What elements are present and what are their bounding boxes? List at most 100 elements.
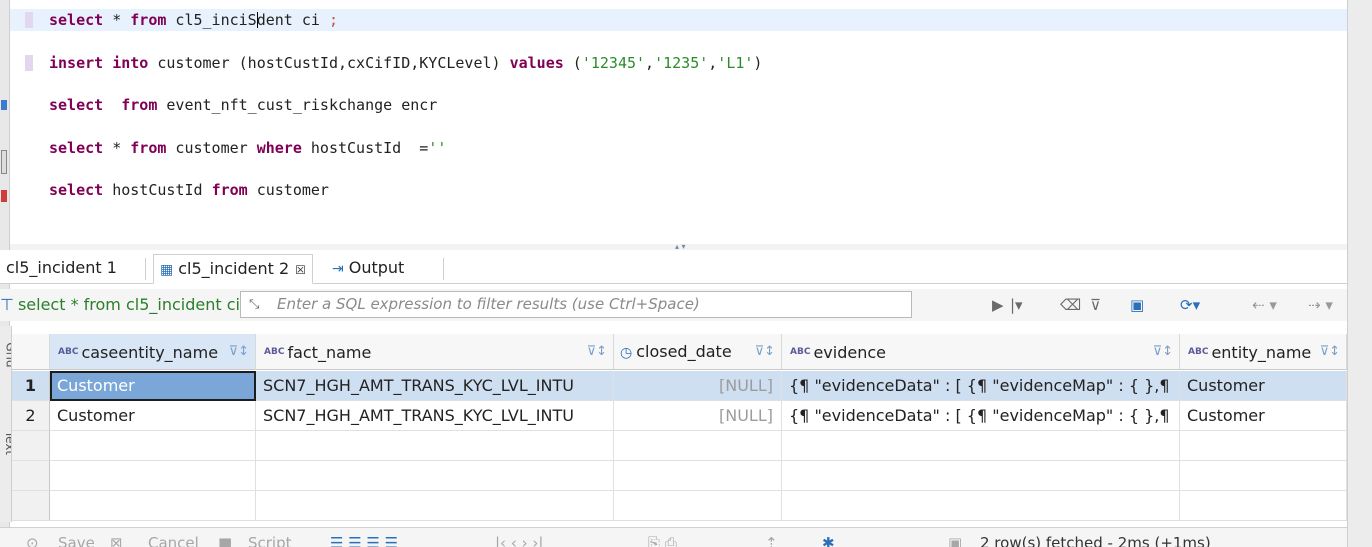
save-icon[interactable]: ⊙ xyxy=(26,534,39,547)
sort-filter-icon[interactable]: ⊽↕ xyxy=(229,334,249,369)
script-button[interactable]: Script xyxy=(248,534,292,547)
cancel-button[interactable]: Cancel xyxy=(148,534,199,547)
tab-label: cl5_incident 2 xyxy=(178,259,290,278)
column-label: closed_date xyxy=(636,342,732,361)
code-text: select from event_nft_cust_riskchange en… xyxy=(49,94,437,116)
filter-bar: ⊤ select * from cl5_incident ci ⤡ Enter a … xyxy=(0,289,1347,321)
gear-icon[interactable]: ✱ xyxy=(822,534,835,547)
table-cell[interactable]: {¶ "evidenceData" : [ {¶ "evidenceMap" :… xyxy=(782,401,1180,431)
first-page-icon[interactable]: |‹ ‹ › ›| xyxy=(495,534,543,547)
filter-query-text: select * from cl5_incident ci xyxy=(17,295,240,314)
code-line-5[interactable]: select hostCustId from customer xyxy=(10,179,1347,201)
column-header-evidence[interactable]: ABC evidence ⊽↕ xyxy=(782,334,1180,370)
result-toolbar: ⊙ Save ⊠ Cancel ■ Script ☰ ☰ ☰ ☰ |‹ ‹ › … xyxy=(0,527,1347,547)
sql-keyword: select xyxy=(49,96,104,114)
close-icon[interactable]: ☒ xyxy=(295,263,306,277)
table-cell[interactable]: SCN7_HGH_AMT_TRANS_KYC_LVL_INTU xyxy=(256,401,614,431)
grid-text-switch[interactable]: Grid Text xyxy=(0,326,12,522)
text-type-icon: ABC xyxy=(58,347,79,357)
tab-divider xyxy=(145,258,146,280)
align-icons[interactable]: ☰ ☰ ☰ ☰ xyxy=(330,534,398,547)
history-dropdown-icon[interactable]: |▾ xyxy=(1010,295,1023,315)
sql-keyword: from xyxy=(130,11,167,29)
code-text: select hostCustId from customer xyxy=(49,179,329,201)
empty-cell xyxy=(256,461,614,491)
sql-token: hostCustId = xyxy=(301,139,429,157)
row-number xyxy=(12,461,50,491)
sql-string: '12345' xyxy=(581,54,646,72)
play-icon[interactable]: ▶ xyxy=(992,295,1004,315)
table-cell[interactable]: [NULL] xyxy=(614,401,782,431)
code-text: select * from customer where hostCustId … xyxy=(49,137,446,159)
sql-keyword: where xyxy=(256,139,302,157)
filter-input[interactable]: ⤡ Enter a SQL expression to filter result… xyxy=(240,291,912,318)
refresh-icon[interactable]: ⟳▾ xyxy=(1180,295,1200,315)
marker-icon xyxy=(1,150,7,174)
table-cell[interactable]: {¶ "evidenceData" : [ {¶ "evidenceMap" :… xyxy=(782,371,1180,401)
sort-filter-icon[interactable]: ⊽↕ xyxy=(587,334,607,369)
column-header-entity-name[interactable]: ABC entity_name ⊽↕ xyxy=(1180,334,1347,370)
table-cell[interactable]: SCN7_HGH_AMT_TRANS_KYC_LVL_INTU xyxy=(256,371,614,401)
script-icon[interactable]: ■ xyxy=(218,534,232,547)
sql-keyword: select xyxy=(49,139,104,157)
column-header-closed-date[interactable]: ◷ closed_date ⊽↕ xyxy=(614,334,782,370)
empty-cell xyxy=(50,461,256,491)
filter-settings-icon[interactable]: ⊽ xyxy=(1090,295,1101,315)
sql-token: ) xyxy=(753,54,763,72)
column-label: entity_name xyxy=(1211,343,1312,362)
output-icon: ⇥ xyxy=(332,261,344,277)
row-number[interactable]: 2 xyxy=(12,401,50,431)
row-number-header xyxy=(12,334,50,370)
code-line-2[interactable]: insert into customer (hostCustId,cxCifID… xyxy=(10,52,1347,74)
sql-token: cl5_inciS xyxy=(166,11,257,29)
table-cell[interactable]: Customer xyxy=(1180,401,1347,431)
tab-cl5-incident-1[interactable]: cl5_incident 1 xyxy=(0,254,123,284)
result-tabs: cl5_incident 1 ▦ cl5_incident 2 ☒ ⇥ Output xyxy=(0,250,1347,284)
column-header-caseentity-name[interactable]: ABC caseentity_name ⊽↕ xyxy=(50,334,256,370)
row-number[interactable]: 1 xyxy=(12,371,50,401)
sort-filter-icon[interactable]: ⊽↕ xyxy=(1153,334,1173,369)
sql-keyword: into xyxy=(112,54,149,72)
table-cell[interactable]: Customer xyxy=(1180,371,1347,401)
result-grid[interactable]: ABC caseentity_name ⊽↕ ABC fact_name ⊽↕ ◷ clo… xyxy=(0,326,1347,522)
tab-output[interactable]: ⇥ Output xyxy=(326,254,410,284)
table-cell[interactable]: [NULL] xyxy=(614,371,782,401)
marker-icon xyxy=(1,190,7,202)
back-icon[interactable]: ⇠ ▾ xyxy=(1252,295,1277,315)
sql-string: '' xyxy=(428,139,447,157)
side-tab-grid[interactable]: Grid xyxy=(4,342,11,367)
upload-icon[interactable]: ⇡ xyxy=(765,534,778,547)
sql-token: * xyxy=(103,11,131,29)
fetch-icons[interactable]: ⎘ ⎙ xyxy=(648,534,677,547)
tab-divider xyxy=(443,258,444,280)
sql-token: event_nft_cust_riskchange encr xyxy=(157,96,438,114)
column-header-fact-name[interactable]: ABC fact_name ⊽↕ xyxy=(256,334,614,370)
tab-cl5-incident-2[interactable]: ▦ cl5_incident 2 ☒ xyxy=(153,254,313,284)
table-row[interactable]: 2 Customer SCN7_HGH_AMT_TRANS_KYC_LVL_IN… xyxy=(12,401,1347,431)
sql-string: 'L1' xyxy=(717,54,754,72)
code-line-1[interactable]: select * from cl5_inciSdent ci ; xyxy=(10,9,1347,31)
line-marker xyxy=(25,12,33,28)
cancel-icon[interactable]: ⊠ xyxy=(110,534,123,547)
side-tab-text[interactable]: Text xyxy=(3,431,11,455)
eraser-icon[interactable]: ⌫ xyxy=(1060,295,1081,315)
column-label: caseentity_name xyxy=(81,343,219,362)
empty-row xyxy=(12,431,1347,461)
status-icon: ▣ xyxy=(948,534,963,547)
sort-filter-icon[interactable]: ⊽↕ xyxy=(755,334,775,369)
sql-token: customer xyxy=(247,181,329,199)
sort-filter-icon[interactable]: ⊽↕ xyxy=(1320,334,1340,369)
sql-editor[interactable]: select * from cl5_inciSdent ci ; insert … xyxy=(10,0,1347,244)
code-line-3[interactable]: select from event_nft_cust_riskchange en… xyxy=(10,94,1347,116)
table-cell[interactable]: Customer xyxy=(50,371,256,401)
filter-query-label[interactable]: ⊤ select * from cl5_incident ci xyxy=(0,293,240,317)
expand-icon[interactable]: ⤡ xyxy=(249,292,259,317)
table-row[interactable]: 1 Customer SCN7_HGH_AMT_TRANS_KYC_LVL_IN… xyxy=(12,371,1347,401)
forward-icon[interactable]: ⇢ ▾ xyxy=(1308,295,1333,315)
save-button[interactable]: Save xyxy=(58,534,95,547)
table-cell[interactable]: Customer xyxy=(50,401,256,431)
save-filter-icon[interactable]: ▣ xyxy=(1130,295,1144,315)
sql-token: customer (hostCustId,cxCifID,KYCLevel) xyxy=(148,54,510,72)
code-line-4[interactable]: select * from customer where hostCustId … xyxy=(10,137,1347,159)
